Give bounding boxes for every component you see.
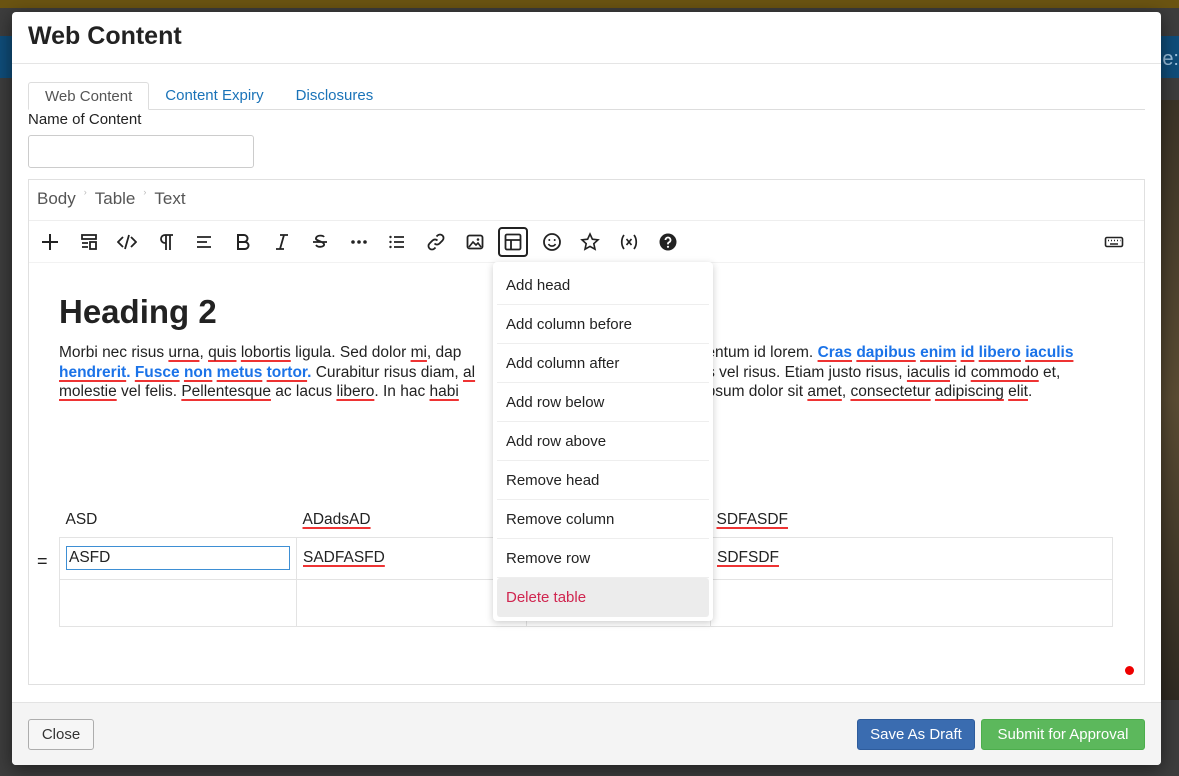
table-cell[interactable]: SADFASFD <box>296 536 527 580</box>
breadcrumb-separator: › <box>143 187 147 197</box>
image-icon[interactable] <box>460 227 490 257</box>
align-icon[interactable] <box>189 227 219 257</box>
name-of-content-label: Name of Content <box>28 111 142 128</box>
content-heading: Heading 2 <box>59 293 217 330</box>
table-head-cell[interactable]: ADadsAD <box>297 503 527 537</box>
menu-delete-table[interactable]: Delete table <box>497 578 709 617</box>
table-cell[interactable] <box>59 578 297 627</box>
keyboard-icon[interactable] <box>1099 227 1129 257</box>
link-icon[interactable] <box>421 227 451 257</box>
menu-remove-column[interactable]: Remove column <box>497 500 709 539</box>
emoji-icon[interactable] <box>537 227 567 257</box>
table-cell[interactable] <box>296 578 527 627</box>
table-cell-selected[interactable]: ASFD <box>66 546 290 570</box>
menu-remove-head[interactable]: Remove head <box>497 461 709 500</box>
table-cell[interactable]: ASFD <box>59 536 297 580</box>
table-cell[interactable]: SDFSDF <box>710 536 1113 580</box>
modal-title: Web Content <box>28 22 182 50</box>
modal-header: Web Content <box>12 12 1161 64</box>
breadcrumb: Body › Table › Text <box>29 180 1144 221</box>
editor-toolbar <box>29 221 1144 263</box>
menu-add-row-below[interactable]: Add row below <box>497 383 709 422</box>
block-type-icon[interactable] <box>74 227 104 257</box>
menu-add-row-above[interactable]: Add row above <box>497 422 709 461</box>
menu-add-column-before[interactable]: Add column before <box>497 305 709 344</box>
tab-web-content[interactable]: Web Content <box>28 82 150 110</box>
tab-disclosures[interactable]: Disclosures <box>280 82 390 110</box>
star-icon[interactable] <box>575 227 605 257</box>
list-icon[interactable] <box>382 227 412 257</box>
menu-add-column-after[interactable]: Add column after <box>497 344 709 383</box>
menu-remove-row[interactable]: Remove row <box>497 539 709 578</box>
table-context-menu: Add head Add column before Add column af… <box>493 262 713 621</box>
row-drag-handle[interactable]: = <box>37 551 48 572</box>
bold-icon[interactable] <box>228 227 258 257</box>
name-of-content-input[interactable] <box>28 135 254 168</box>
table-head-cell[interactable]: ASD <box>60 503 297 537</box>
plus-icon[interactable] <box>35 227 65 257</box>
tab-content-expiry[interactable]: Content Expiry <box>149 82 279 110</box>
tab-bar: Web Content Content Expiry Disclosures <box>28 82 1145 110</box>
help-icon[interactable] <box>653 227 683 257</box>
table-cell[interactable] <box>710 578 1113 627</box>
breadcrumb-text[interactable]: Text <box>154 189 185 220</box>
variable-icon[interactable] <box>614 227 644 257</box>
status-dot <box>1125 666 1134 675</box>
save-as-draft-button[interactable]: Save As Draft <box>857 719 975 750</box>
web-content-modal: Web Content Web Content Content Expiry D… <box>12 12 1161 765</box>
breadcrumb-table[interactable]: Table <box>95 189 136 220</box>
strikethrough-icon[interactable] <box>305 227 335 257</box>
breadcrumb-body[interactable]: Body <box>37 189 76 220</box>
submit-for-approval-button[interactable]: Submit for Approval <box>981 719 1145 750</box>
paragraph-icon[interactable] <box>151 227 181 257</box>
table-icon[interactable] <box>498 226 529 257</box>
modal-footer: Close Save As Draft Submit for Approval <box>12 702 1161 765</box>
breadcrumb-separator: › <box>83 187 87 197</box>
background-header-text: e: <box>1162 48 1179 70</box>
close-button[interactable]: Close <box>28 719 94 750</box>
more-icon[interactable] <box>344 227 374 257</box>
background-top-bar <box>0 0 1179 8</box>
code-icon[interactable] <box>112 227 142 257</box>
italic-icon[interactable] <box>267 227 297 257</box>
menu-add-head[interactable]: Add head <box>497 266 709 305</box>
table-head-cell[interactable]: SDFASDF <box>711 503 1113 537</box>
